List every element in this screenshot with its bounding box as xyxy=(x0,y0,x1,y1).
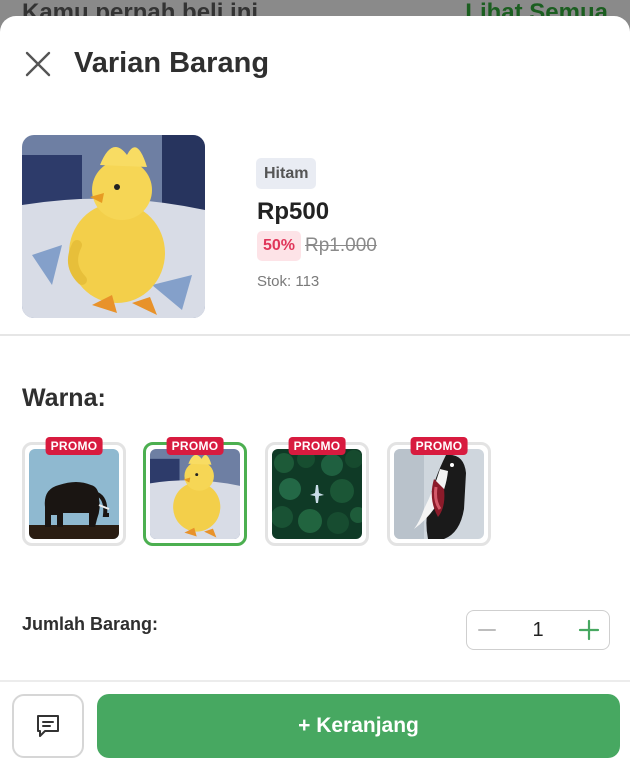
variant-option-duckling[interactable]: PROMO xyxy=(143,437,247,546)
promo-badge: PROMO xyxy=(410,437,468,455)
minus-icon xyxy=(478,629,496,631)
discount-badge: 50% xyxy=(257,231,302,261)
product-summary: Hitam Rp500 50% Rp1.000 Stok: 113 xyxy=(0,108,630,336)
footer-divider xyxy=(0,680,630,682)
product-image xyxy=(22,135,205,318)
close-button[interactable] xyxy=(20,46,56,82)
decrease-button[interactable] xyxy=(467,611,507,649)
chat-icon xyxy=(37,715,59,737)
variant-bottom-sheet: Varian Barang Hitam Rp500 50% Rp1.000 St… xyxy=(0,16,630,772)
chat-button[interactable] xyxy=(12,694,84,758)
add-to-cart-button[interactable]: + Keranjang xyxy=(97,694,620,758)
quantity-label: Jumlah Barang: xyxy=(22,614,159,634)
promo-badge: PROMO xyxy=(166,437,224,455)
sheet-title: Varian Barang xyxy=(74,47,270,79)
quantity-stepper: 1 xyxy=(466,610,610,650)
sheet-header: Varian Barang xyxy=(0,16,630,108)
variant-image xyxy=(272,449,362,539)
variant-image xyxy=(150,449,240,539)
increase-button[interactable] xyxy=(569,611,609,649)
variant-option-forest[interactable]: PROMO xyxy=(265,437,369,546)
product-price: Rp500 xyxy=(257,198,330,225)
quantity-value[interactable]: 1 xyxy=(507,611,569,649)
divider xyxy=(0,334,630,336)
original-price: Rp1.000 xyxy=(305,235,377,256)
plus-icon xyxy=(578,619,600,641)
variant-option-elephant[interactable]: PROMO xyxy=(22,437,126,546)
variant-image xyxy=(394,449,484,539)
color-section-label: Warna: xyxy=(22,384,106,412)
selected-variant-badge: Hitam xyxy=(256,158,317,189)
variant-option-penguin[interactable]: PROMO xyxy=(387,437,491,546)
stock-count: Stok: 113 xyxy=(257,273,320,290)
promo-badge: PROMO xyxy=(45,437,103,455)
color-variant-list: PROMO PROMO PROMO PROMO xyxy=(22,434,622,546)
promo-badge: PROMO xyxy=(288,437,346,455)
variant-image xyxy=(29,449,119,539)
close-icon xyxy=(25,51,51,77)
